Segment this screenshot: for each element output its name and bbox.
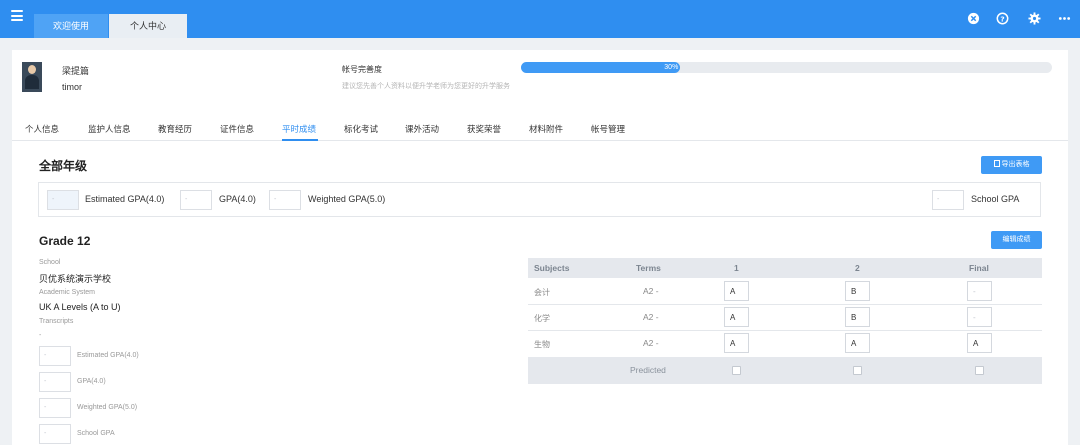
user-name: 梁提篇 [62,66,90,76]
predicted-row: Predicted [528,357,1042,384]
close-circle-icon[interactable] [967,12,980,25]
tab-profile[interactable]: 个人中心 [109,14,187,38]
edit-grades-button[interactable]: 编辑成绩 [991,231,1042,249]
weighted-gpa-input[interactable]: - [269,190,301,210]
nav-personal-info[interactable]: 个人信息 [25,123,59,135]
document-icon [993,160,1000,167]
header-term-2: 2 [855,263,860,273]
table-header: Subjects Terms 1 2 Final [528,258,1042,278]
row-2-term: A2 - [643,312,659,322]
predicted-term1-checkbox[interactable] [732,366,741,375]
academic-system-label: Academic System [39,289,96,296]
row-3-term1-input[interactable]: A [724,333,749,353]
g12-gpa-input[interactable]: - [39,372,71,392]
g12-estimated-gpa-input[interactable]: - [39,346,71,366]
row-1-term2-input[interactable]: B [845,281,870,301]
school-gpa-label: School GPA [971,194,1020,204]
top-bar: 欢迎使用 个人中心 ? [0,0,1080,38]
nav-attachments[interactable]: 材料附件 [529,123,563,135]
export-button[interactable]: 导出表格 [981,156,1042,174]
estimated-gpa-label: Estimated GPA(4.0) [85,194,165,204]
all-grades-gpa-row: - Estimated GPA(4.0) - GPA(4.0) - Weight… [38,182,1041,217]
row-2-final-input[interactable]: - [967,307,992,327]
predicted-label: Predicted [630,365,666,375]
g12-weighted-gpa-input[interactable]: - [39,398,71,418]
header-terms: Terms [636,263,661,273]
row-1-term: A2 - [643,286,659,296]
row-2-subject: 化学 [534,314,550,323]
weighted-gpa-label: Weighted GPA(5.0) [308,194,386,204]
nav-activities[interactable]: 课外活动 [405,123,439,135]
gpa-input[interactable]: - [180,190,212,210]
svg-text:?: ? [1000,14,1004,23]
row-divider [528,330,1042,331]
avatar [22,62,42,92]
profile-card: 梁提篇 timor 帐号完善度 建议您先善个人资料以便升学老师为您更好的升学服务… [12,50,1068,445]
nav-education[interactable]: 教育经历 [158,123,192,135]
row-3-subject: 生物 [534,340,550,349]
row-1-term1-input[interactable]: A [724,281,749,301]
username: timor [62,82,82,92]
transcripts-value: - [39,332,42,339]
tab-welcome[interactable]: 欢迎使用 [34,14,108,38]
progress-fill: 30% [521,62,681,73]
transcripts-label: Transcripts [39,318,74,325]
grades-table: Subjects Terms 1 2 Final 会计 A2 - A B - 化… [528,258,1042,384]
predicted-term2-checkbox[interactable] [853,366,862,375]
progress-hint: 建议您先善个人资料以便升学老师为您更好的升学服务 [342,83,510,90]
profile-nav: 个人信息 监护人信息 教育经历 证件信息 平时成绩 标化考试 课外活动 获奖荣誉… [12,120,1068,141]
row-2-term1-input[interactable]: A [724,307,749,327]
estimated-gpa-input[interactable]: - [47,190,79,210]
all-grades-title: 全部年级 [39,159,88,173]
row-2-term2-input[interactable]: B [845,307,870,327]
nav-grades[interactable]: 平时成绩 [282,123,316,135]
g12-weighted-gpa-label: Weighted GPA(5.0) [77,404,138,411]
school-label: School [39,259,61,266]
more-icon[interactable] [1058,12,1071,25]
progress-label: 帐号完善度 [342,65,382,74]
nav-standardized-tests[interactable]: 标化考试 [344,123,378,135]
nav-awards[interactable]: 获奖荣誉 [467,123,501,135]
school-gpa-input[interactable]: - [932,190,964,210]
grade-12-title: Grade 12 [39,234,91,248]
g12-school-gpa-input[interactable]: - [39,424,71,444]
row-3-term: A2 - [643,338,659,348]
help-circle-icon[interactable]: ? [996,12,1009,25]
header-final: Final [969,263,989,273]
nav-guardian-info[interactable]: 监护人信息 [88,123,131,135]
school-value: 贝优系统演示学校 [39,274,112,284]
gpa-label: GPA(4.0) [219,194,256,204]
header-subjects: Subjects [534,263,570,273]
row-3-final-input[interactable]: A [967,333,992,353]
row-divider [528,304,1042,305]
header-term-1: 1 [734,263,739,273]
academic-system-value: UK A Levels (A to U) [39,302,121,312]
row-1-subject: 会计 [534,288,550,297]
row-3-term2-input[interactable]: A [845,333,870,353]
nav-certificates[interactable]: 证件信息 [220,123,254,135]
profile-progress-bar: 30% [521,62,1052,73]
g12-school-gpa-label: School GPA [77,430,115,437]
row-1-final-input[interactable]: - [967,281,992,301]
g12-gpa-label: GPA(4.0) [77,378,106,385]
g12-estimated-gpa-label: Estimated GPA(4.0) [77,352,139,359]
export-label: 导出表格 [1001,161,1030,168]
nav-active-indicator [282,139,318,141]
hamburger-icon[interactable] [11,10,23,21]
nav-account[interactable]: 帐号管理 [591,123,625,135]
predicted-final-checkbox[interactable] [975,366,984,375]
gear-icon[interactable] [1028,12,1041,25]
